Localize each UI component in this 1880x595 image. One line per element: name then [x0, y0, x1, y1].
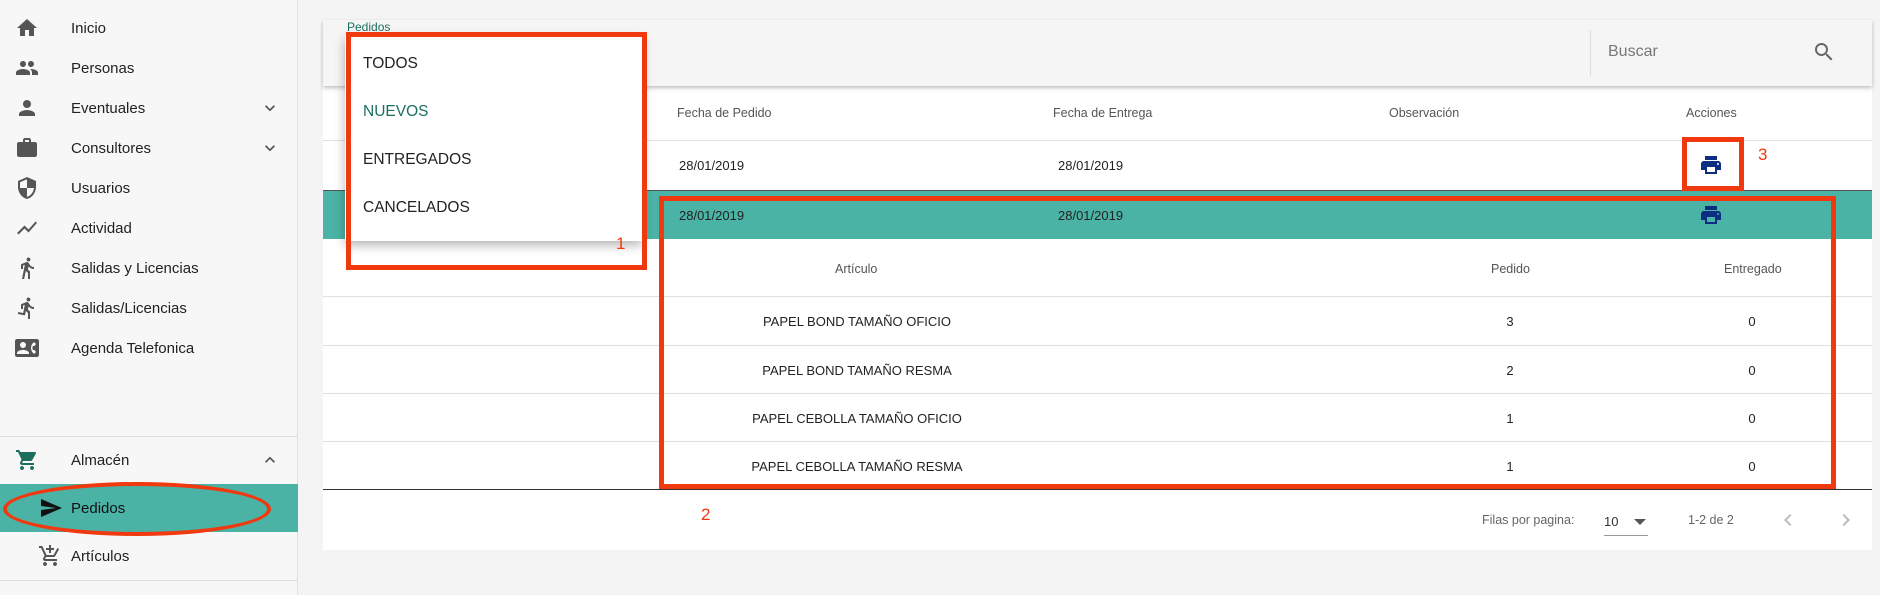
- divider: [1590, 30, 1591, 76]
- detail-entregado-cell: 0: [1748, 314, 1756, 329]
- annotation-label-1: 1: [616, 234, 626, 253]
- annotation-label-2: 2: [701, 505, 711, 524]
- detail-header-entregado: Entregado: [1724, 262, 1782, 276]
- trending-icon: [14, 216, 40, 240]
- fecha-pedido-cell: 28/01/2019: [679, 208, 745, 223]
- sidebar-item-agenda[interactable]: Agenda Telefonica: [0, 324, 298, 372]
- sidebar-item-label: Personas: [71, 59, 135, 77]
- detail-articulo-cell: PAPEL CEBOLLA TAMAÑO RESMA: [751, 459, 963, 474]
- sidebar-item-label: Pedidos: [71, 499, 126, 517]
- sidebar-item-label: Usuarios: [71, 179, 131, 197]
- sidebar-item-label: Salidas y Licencias: [71, 259, 199, 277]
- menu-item-cancelados[interactable]: CANCELADOS: [363, 199, 470, 217]
- divider: [323, 296, 1872, 297]
- chevron-up-icon[interactable]: [260, 450, 280, 470]
- sidebar-item-label: Artículos: [71, 547, 130, 565]
- search-input[interactable]: [1608, 40, 1798, 64]
- column-header-fecha-entrega[interactable]: Fecha de Entrega: [1053, 106, 1152, 120]
- column-header-fecha-pedido[interactable]: Fecha de Pedido: [677, 106, 772, 120]
- sidebar-item-label: Eventuales: [71, 99, 146, 117]
- chevron-down-icon[interactable]: [260, 138, 280, 158]
- rows-per-page-label: Filas por pagina:: [1482, 513, 1575, 527]
- add-cart-icon: [37, 544, 63, 568]
- pagination-range: 1-2 de 2: [1688, 513, 1734, 527]
- detail-entregado-cell: 0: [1748, 411, 1756, 426]
- shield-icon: [14, 176, 40, 200]
- divider: [323, 345, 1872, 346]
- briefcase-icon: [14, 136, 40, 160]
- divider: [323, 441, 1872, 442]
- detail-articulo-cell: PAPEL CEBOLLA TAMAÑO OFICIO: [752, 411, 962, 426]
- people-icon: [14, 56, 40, 80]
- sidebar-item-articulos[interactable]: Artículos: [0, 532, 298, 580]
- status-filter-menu: TODOS NUEVOS ENTREGADOS CANCELADOS: [345, 35, 642, 241]
- dropdown-arrow-icon: [1634, 519, 1646, 525]
- sidebar-item-label: Almacén: [71, 451, 130, 469]
- sidebar-item-label: Inicio: [71, 19, 107, 37]
- home-icon: [14, 16, 40, 40]
- chevron-right-icon[interactable]: [1834, 508, 1858, 532]
- sidebar-item-label: Actividad: [71, 219, 132, 237]
- menu-item-todos[interactable]: TODOS: [363, 55, 418, 73]
- chevron-down-icon[interactable]: [260, 98, 280, 118]
- search-icon[interactable]: [1812, 40, 1836, 64]
- tab-pedidos[interactable]: Pedidos: [347, 20, 390, 34]
- sidebar-item-label: Salidas/Licencias: [71, 299, 187, 317]
- menu-item-entregados[interactable]: ENTREGADOS: [363, 151, 472, 169]
- run-icon: [14, 296, 40, 320]
- detail-articulo-cell: PAPEL BOND TAMAÑO OFICIO: [762, 314, 952, 329]
- column-header-observacion[interactable]: Observación: [1389, 106, 1459, 120]
- detail-entregado-cell: 0: [1748, 459, 1756, 474]
- detail-entregado-cell: 0: [1748, 363, 1756, 378]
- chevron-left-icon[interactable]: [1776, 508, 1800, 532]
- divider: [323, 489, 1872, 490]
- fecha-pedido-cell: 28/01/2019: [679, 158, 745, 173]
- menu-item-nuevos[interactable]: NUEVOS: [363, 103, 428, 121]
- sidebar-item-label: Agenda Telefonica: [71, 339, 195, 357]
- detail-pedido-cell: 1: [1506, 459, 1514, 474]
- send-icon: [38, 496, 64, 520]
- rows-per-page-select[interactable]: 10: [1604, 508, 1648, 536]
- detail-pedido-cell: 1: [1506, 411, 1514, 426]
- person-icon: [14, 96, 40, 120]
- print-icon[interactable]: [1699, 203, 1723, 227]
- fecha-entrega-cell: 28/01/2019: [1058, 208, 1124, 223]
- detail-header-articulo: Artículo: [835, 262, 878, 276]
- sidebar-item-almacen[interactable]: Almacén: [0, 436, 298, 484]
- detail-pedido-cell: 2: [1506, 363, 1514, 378]
- print-icon[interactable]: [1699, 153, 1723, 177]
- sidebar-item-pedidos[interactable]: Pedidos: [0, 484, 298, 532]
- detail-articulo-cell: PAPEL BOND TAMAÑO RESMA: [762, 363, 952, 378]
- walk-icon: [14, 256, 40, 280]
- column-header-acciones: Acciones: [1686, 106, 1737, 120]
- contact-card-icon: [14, 336, 40, 360]
- annotation-label-3: 3: [1758, 145, 1768, 164]
- rows-per-page-value: 10: [1604, 514, 1619, 529]
- divider: [0, 580, 298, 581]
- divider: [323, 393, 1872, 394]
- sidebar: Inicio Personas Eventuales Consultores U…: [0, 0, 298, 595]
- detail-pedido-cell: 3: [1506, 314, 1514, 329]
- fecha-entrega-cell: 28/01/2019: [1058, 158, 1124, 173]
- cart-icon: [14, 448, 40, 472]
- sidebar-item-label: Consultores: [71, 139, 152, 157]
- detail-header-pedido: Pedido: [1491, 262, 1530, 276]
